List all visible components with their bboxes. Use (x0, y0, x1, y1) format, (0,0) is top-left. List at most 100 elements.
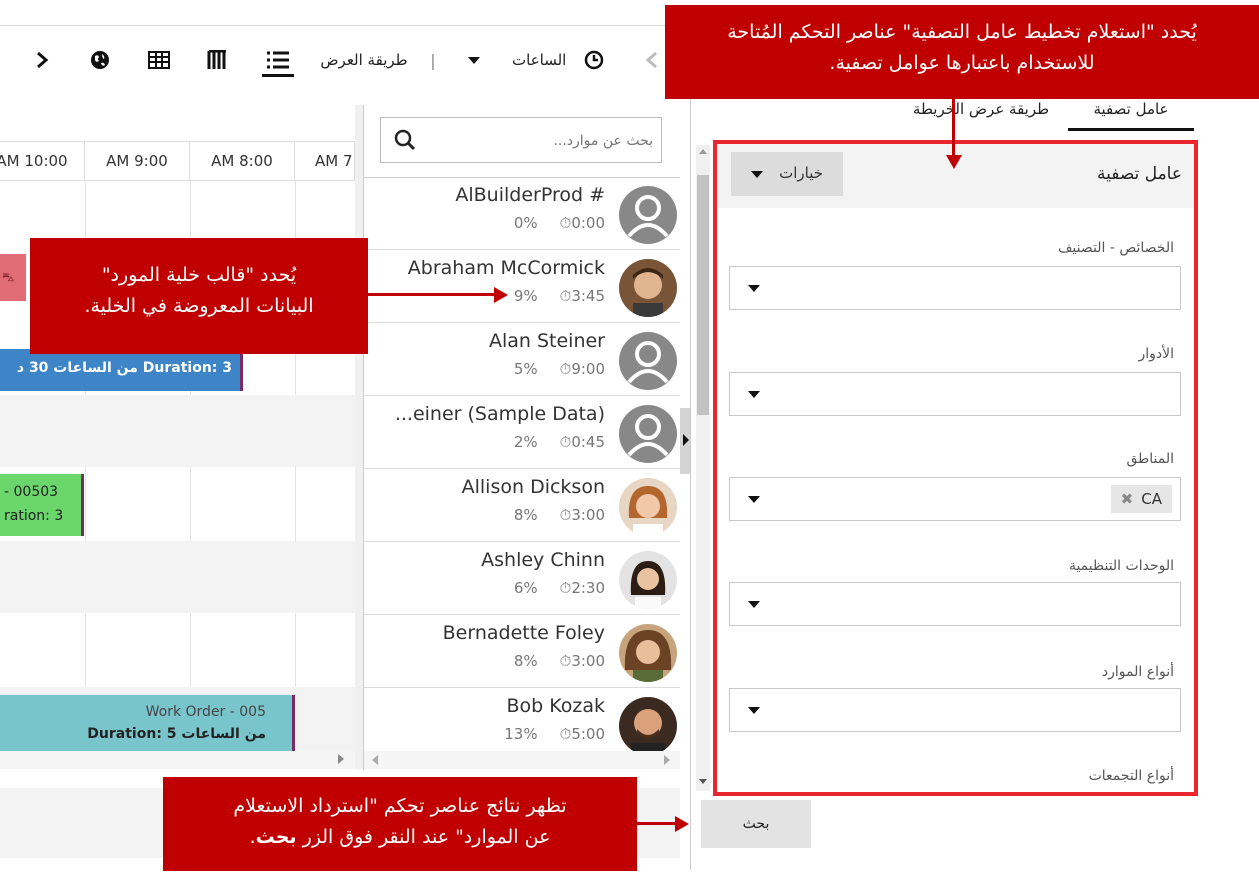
options-button[interactable]: خيارات (731, 152, 843, 196)
avatar (619, 259, 677, 317)
resource-stats: 5% ⏱9:00 (513, 360, 605, 378)
resource-stats: 13% ⏱5:00 (504, 725, 605, 743)
scroll-thumb[interactable] (697, 175, 709, 415)
columns-icon (207, 50, 226, 69)
filter-label-roles: الأدوار (1138, 346, 1174, 362)
filter-pane: عامل تصفية طريقة عرض الخريطة عامل تصفية … (690, 90, 1206, 870)
list-view-button[interactable] (262, 46, 294, 77)
filter-label-territories: المناطق (1126, 451, 1174, 467)
prev-button[interactable] (640, 46, 664, 74)
resource-name: AlBuilderProd # (455, 184, 605, 206)
resource-name: ...einer (Sample Data) (394, 403, 605, 425)
schedule-timeline: AM 7 AM 8:00 AM 9:00 AM 10:00 ⛍ Duration… (0, 105, 363, 770)
booking-blue[interactable]: Duration: 3 من الساعات 30 د (0, 349, 243, 391)
arrow-head-icon (675, 816, 689, 832)
timeline-vscrollbar[interactable] (355, 105, 363, 769)
grid-view-button[interactable] (146, 46, 172, 74)
chevron-down-icon (748, 601, 760, 608)
territory-chip[interactable]: ✖ CA (1110, 485, 1172, 513)
chevron-down-icon (751, 171, 763, 178)
map-view-button[interactable] (88, 46, 112, 74)
chevron-down-icon (748, 285, 760, 292)
territories-select[interactable]: ✖ CA (729, 477, 1181, 521)
remove-chip-icon[interactable]: ✖ (1121, 490, 1134, 508)
hours-label: الساعات (512, 51, 567, 69)
resource-name: Ashley Chinn (481, 549, 605, 571)
resource-stats: 2% ⏱0:45 (513, 433, 605, 451)
resource-types-select[interactable] (729, 688, 1181, 732)
chevron-right-icon (37, 51, 49, 69)
resource-stats: 8% ⏱3:00 (513, 652, 605, 670)
resource-row[interactable]: Ashley Chinn 6% ⏱2:30 (364, 543, 680, 615)
scroll-left-icon (372, 755, 378, 765)
avatar (619, 332, 677, 390)
hour-header-10: AM 10:00 (0, 141, 85, 181)
callout-resource-cell: يُحدد "قالب خلية المورد" البيانات المعرو… (30, 238, 368, 354)
filter-vscrollbar[interactable] (696, 145, 710, 791)
avatar (619, 551, 677, 609)
booking-title: Work Order - 005 (145, 704, 266, 720)
options-label: خيارات (779, 164, 823, 182)
booking-pink[interactable]: ⛍ (0, 254, 26, 301)
filter-panel: عامل تصفية خيارات الخصائص - التصنيف الأد… (713, 140, 1198, 796)
timeline-hscrollbar[interactable] (0, 751, 355, 769)
filter-label-pool-types: أنواع التجمعات (1088, 768, 1174, 784)
resource-stats: 6% ⏱2:30 (513, 579, 605, 597)
chevron-down-icon (748, 496, 760, 503)
next-button[interactable] (30, 46, 54, 74)
characteristics-select[interactable] (729, 266, 1181, 310)
resource-row[interactable]: Allison Dickson 8% ⏱3:00 (364, 470, 680, 542)
callout-search-results: تظهر نتائج عناصر تحكم "استرداد الاستعلام… (163, 777, 637, 871)
pane-collapse-handle[interactable] (680, 408, 690, 474)
callout-text: يُحدد "قالب خلية المورد" (101, 264, 297, 286)
resource-name: Bob Kozak (506, 695, 605, 717)
hours-dropdown[interactable]: الساعات (460, 46, 610, 74)
avatar (619, 624, 677, 682)
callout-text: تظهر نتائج عناصر تحكم "استرداد الاستعلام (233, 795, 567, 817)
avatar (619, 478, 677, 536)
table-icon (148, 51, 170, 69)
booking-duration: ration: 3 (4, 508, 64, 524)
resource-name: Allison Dickson (461, 476, 605, 498)
callout-arrow (637, 822, 677, 825)
timeline-row (0, 395, 355, 467)
org-units-select[interactable] (729, 582, 1181, 626)
arrow-head-icon (946, 155, 962, 169)
filter-label-resource-types: أنواع الموارد (1101, 664, 1174, 680)
callout-text: للاستخدام باعتبارها عوامل تصفية. (829, 52, 1095, 74)
resource-rows: AlBuilderProd # 0% ⏱0:00 Abraham McCormic… (364, 177, 680, 762)
resource-hscrollbar[interactable] (364, 751, 680, 769)
resource-row[interactable]: Bernadette Foley 8% ⏱3:00 (364, 616, 680, 688)
callout-arrow (952, 99, 955, 157)
avatar (619, 697, 677, 755)
resource-row[interactable]: Alan Steiner 5% ⏱9:00 (364, 324, 680, 396)
toolbar-separator: | (430, 50, 436, 70)
car-icon: ⛍ (2, 270, 15, 284)
resource-stats: 9% ⏱3:45 (513, 287, 605, 305)
hour-header-9: AM 9:00 (85, 141, 190, 181)
resource-name: Alan Steiner (488, 330, 605, 352)
resource-stats: 0% ⏱0:00 (513, 214, 605, 232)
callout-text: يُحدد "استعلام تخطيط عامل التصفية" عناصر… (727, 21, 1197, 43)
avatar (619, 405, 677, 463)
scheduler-toolbar: طريقة العرض | الساعات (0, 25, 668, 96)
roles-select[interactable] (729, 372, 1181, 416)
booking-duration: Duration: 3 من الساعات 30 د (16, 360, 232, 376)
expand-arrow-icon (683, 434, 689, 446)
resource-row[interactable]: Abraham McCormick 9% ⏱3:45 (364, 251, 680, 323)
callout-filter-layout: يُحدد "استعلام تخطيط عامل التصفية" عناصر… (665, 5, 1259, 99)
resource-row[interactable]: AlBuilderProd # 0% ⏱0:00 (364, 178, 680, 250)
avatar (619, 186, 677, 244)
resource-row[interactable]: ...einer (Sample Data) 2% ⏱0:45 (364, 397, 680, 469)
list-icon (267, 51, 289, 69)
resource-search-box[interactable] (380, 117, 662, 163)
hour-header-7: AM 7 (295, 141, 355, 181)
booking-title: - 00503 (4, 484, 59, 500)
search-button[interactable]: بحث (701, 800, 811, 848)
booking-teal[interactable]: Work Order - 005 Duration: 5 من الساعات (0, 695, 295, 751)
booking-green[interactable]: - 00503 ration: 3 (0, 474, 84, 536)
arrow-head-icon (494, 287, 508, 303)
clock-icon (584, 50, 604, 70)
vertical-view-button[interactable] (205, 46, 231, 74)
resource-search-input[interactable] (431, 128, 655, 154)
